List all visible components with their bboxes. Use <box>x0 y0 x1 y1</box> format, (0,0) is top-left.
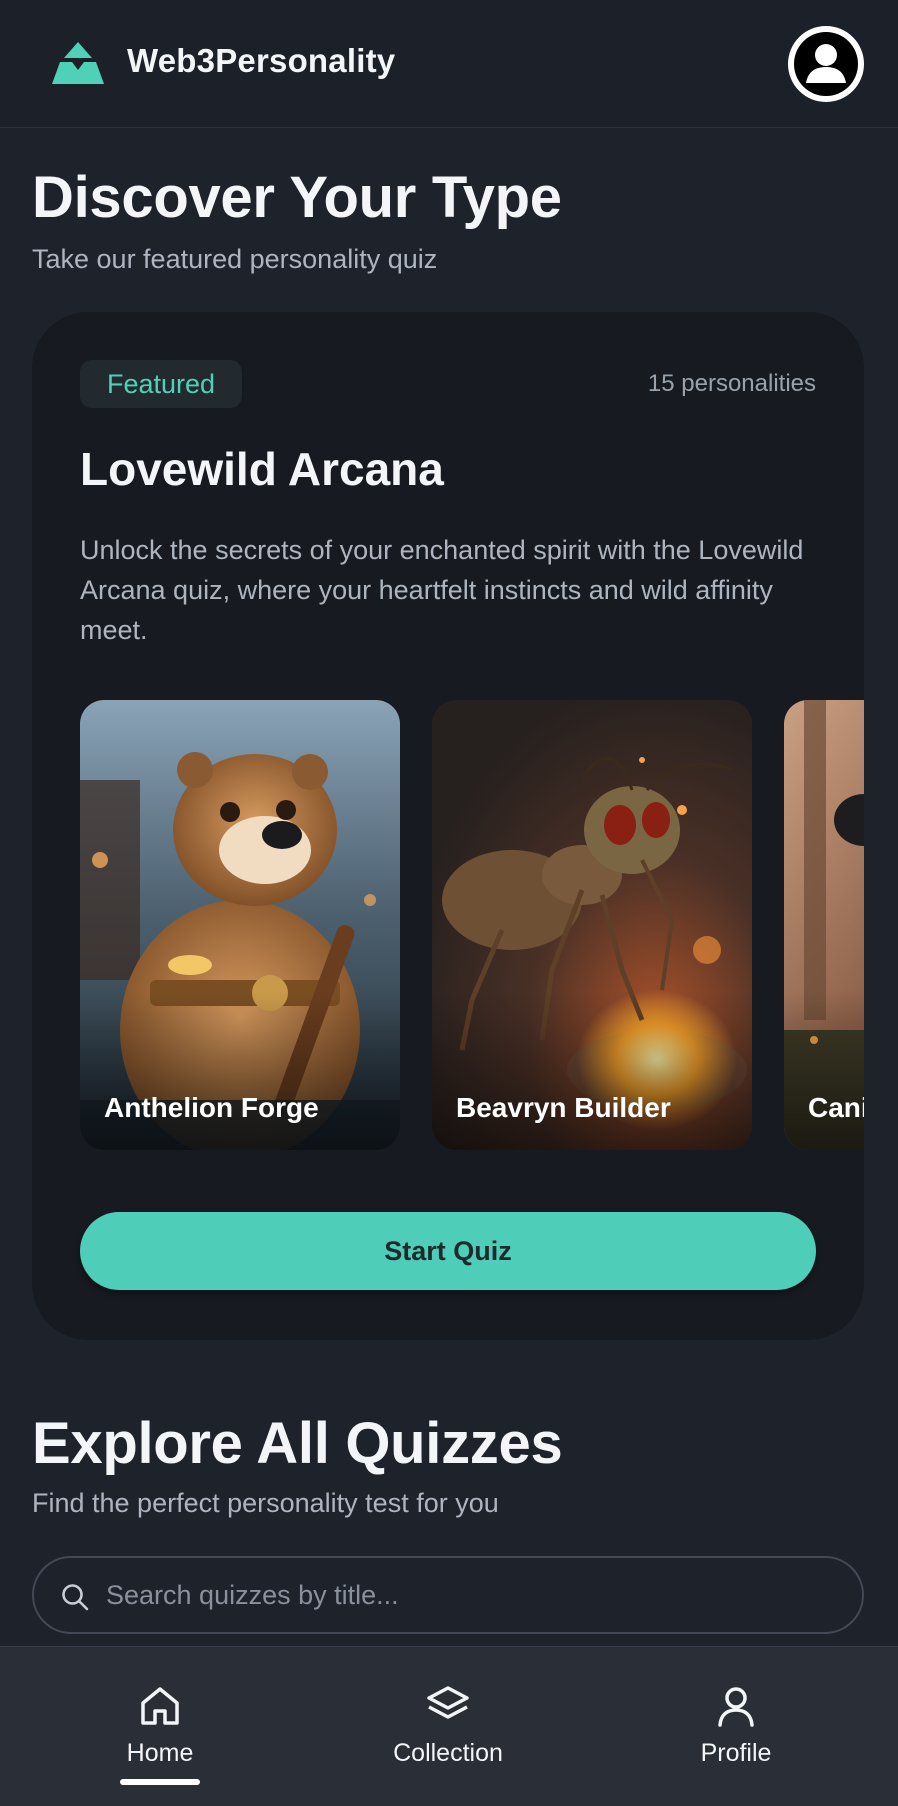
personality-card[interactable]: Anthelion Forge <box>80 700 400 1150</box>
card-gradient-overlay <box>784 990 864 1150</box>
card-gradient-overlay <box>432 990 752 1150</box>
personality-card[interactable]: Beavryn Builder <box>432 700 752 1150</box>
nav-item-home[interactable]: Home <box>60 1683 260 1783</box>
featured-badge: Featured <box>80 360 242 408</box>
personality-carousel[interactable]: Anthelion Forge Beavryn Builder Cani <box>80 700 864 1150</box>
personality-card[interactable]: Cani <box>784 700 864 1150</box>
section-title-discover: Discover Your Type <box>32 165 562 230</box>
brand-name[interactable]: Web3Personality <box>127 42 395 80</box>
quiz-description: Unlock the secrets of your enchanted spi… <box>80 535 804 645</box>
start-quiz-button[interactable]: Start Quiz <box>80 1212 816 1290</box>
nav-label-profile: Profile <box>700 1739 772 1767</box>
nav-item-profile[interactable]: Profile <box>636 1683 836 1783</box>
featured-quiz-card: Featured 15 personalities Lovewild Arcan… <box>32 312 864 1340</box>
personality-name: Cani <box>808 1092 864 1123</box>
section-title-explore: Explore All Quizzes <box>32 1411 563 1476</box>
personality-name: Beavryn Builder <box>456 1092 671 1123</box>
layers-icon <box>427 1686 469 1719</box>
search-input[interactable] <box>106 1558 846 1632</box>
nav-label-collection: Collection <box>393 1739 503 1767</box>
quiz-title: Lovewild Arcana <box>80 443 444 495</box>
search-bar[interactable] <box>32 1556 864 1634</box>
home-icon <box>141 1687 179 1725</box>
nav-item-collection[interactable]: Collection <box>348 1683 548 1783</box>
bottom-navigation: Home Collection Profile <box>0 1646 898 1806</box>
section-subtitle-explore: Find the perfect personality test for yo… <box>32 1488 499 1518</box>
personality-name: Anthelion Forge <box>104 1092 319 1123</box>
app-header: Web3Personality <box>0 0 898 128</box>
card-gradient-overlay <box>80 990 400 1150</box>
stacked-pyramid-icon[interactable] <box>50 40 106 86</box>
personality-count: 15 personalities <box>647 370 816 397</box>
search-icon <box>62 1584 89 1611</box>
profile-avatar-button[interactable] <box>788 26 864 102</box>
nav-label-home: Home <box>126 1739 194 1767</box>
section-subtitle-discover: Take our featured personality quiz <box>32 244 438 274</box>
user-circle-icon <box>794 32 858 96</box>
person-icon <box>718 1687 754 1727</box>
active-tab-indicator <box>120 1779 200 1785</box>
